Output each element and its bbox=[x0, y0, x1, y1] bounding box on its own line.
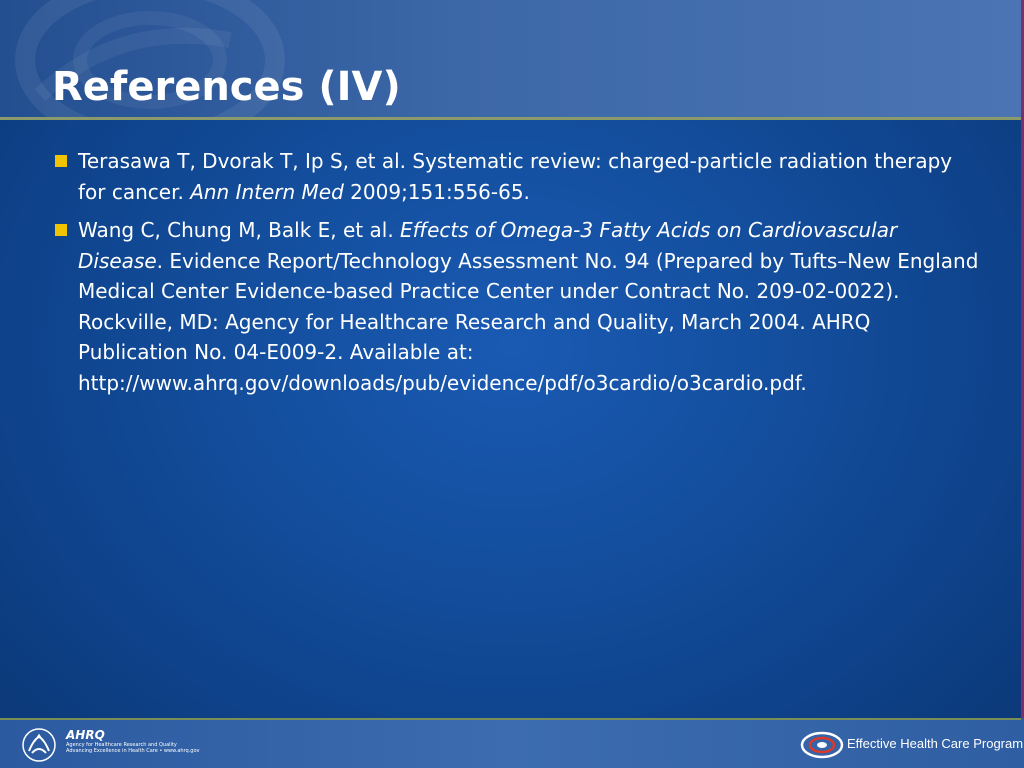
effective-health-care-logo: Effective Health Care Program bbox=[800, 731, 1023, 761]
effective-health-care-logo-icon bbox=[800, 731, 844, 759]
ahrq-logo: AHRQ Agency for Healthcare Research and … bbox=[66, 729, 216, 763]
square-bullet-icon bbox=[55, 155, 67, 167]
reference-item: Wang C, Chung M, Balk E, et al. Effects … bbox=[55, 215, 985, 398]
reference-citation: 2009;151:556-65. bbox=[343, 179, 530, 204]
ahrq-logo-text: AHRQ bbox=[66, 728, 105, 742]
ahrq-subtagline: Advancing Excellence in Health Care • ww… bbox=[66, 748, 200, 754]
hhs-eagle-logo-icon bbox=[22, 728, 56, 762]
slide: References (IV) Terasawa T, Dvorak T, Ip… bbox=[0, 0, 1024, 768]
reference-citation: . Evidence Report/Technology Assessment … bbox=[78, 248, 979, 395]
reference-item: Terasawa T, Dvorak T, Ip S, et al. Syste… bbox=[55, 146, 985, 207]
title-divider bbox=[0, 117, 1021, 120]
reference-journal: Ann Intern Med bbox=[190, 179, 344, 204]
program-name: Effective Health Care Program bbox=[847, 736, 1024, 751]
footer-rule bbox=[0, 718, 1021, 720]
square-bullet-icon bbox=[55, 224, 67, 236]
reference-list: Terasawa T, Dvorak T, Ip S, et al. Syste… bbox=[55, 146, 985, 406]
reference-text: Wang C, Chung M, Balk E, et al. bbox=[78, 218, 401, 242]
slide-title: References (IV) bbox=[52, 64, 401, 110]
